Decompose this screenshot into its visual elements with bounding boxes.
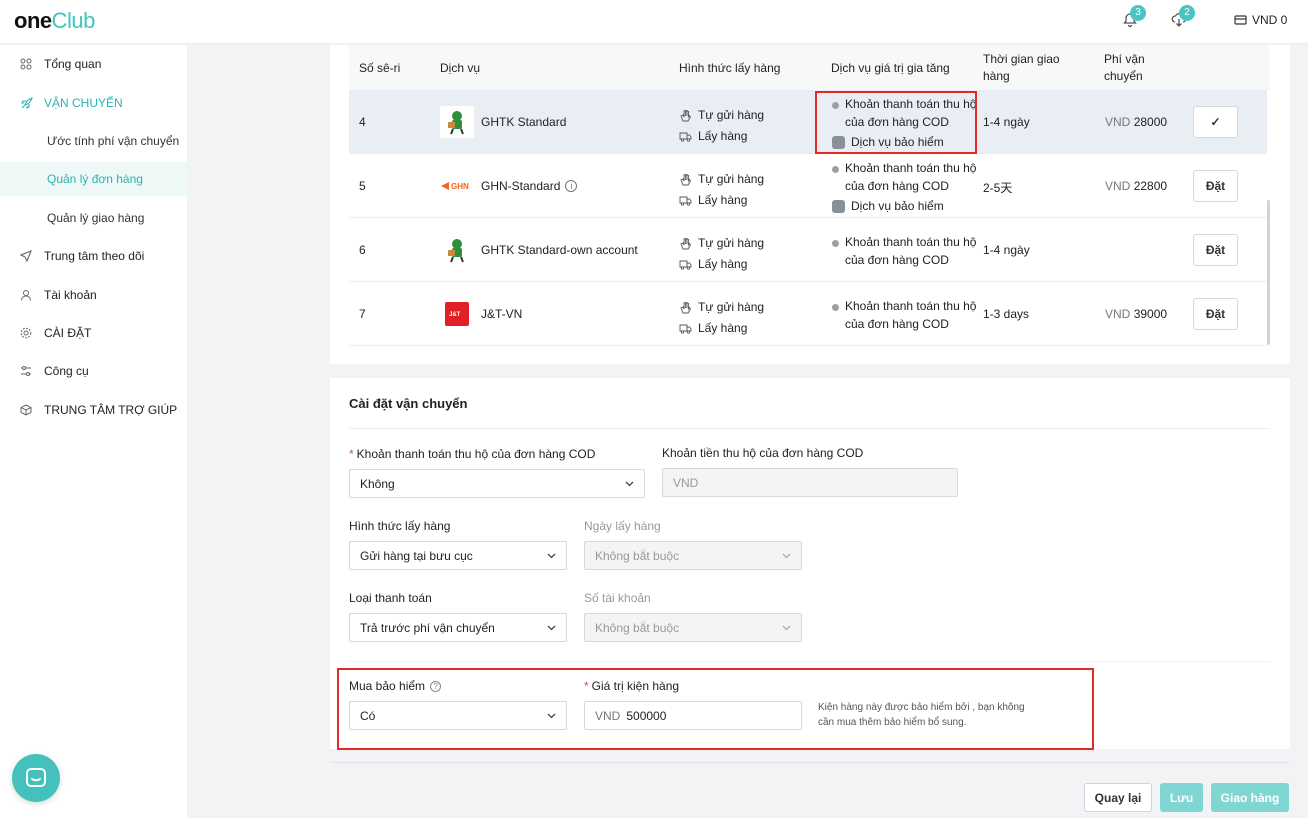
table-row[interactable]: 6 GHTK Standard-own account Tự gửi hàng … xyxy=(349,218,1267,282)
cod-icon xyxy=(832,304,839,311)
info-icon[interactable]: i xyxy=(565,180,578,192)
highlight-box xyxy=(337,668,1094,750)
hand-icon xyxy=(679,173,692,186)
sidebar-item-settings[interactable]: CÀI ĐẶT xyxy=(0,316,187,350)
sidebar-item-tools[interactable]: Công cụ xyxy=(0,354,187,388)
divider xyxy=(349,661,1270,662)
col-pickup: Hình thức lấy hàng xyxy=(679,61,781,75)
svg-text:GHN: GHN xyxy=(451,182,469,191)
book-button[interactable]: Đặt xyxy=(1193,234,1238,266)
sidebar-item-account[interactable]: Tài khoản xyxy=(0,278,187,312)
sidebar-item-tracking-center[interactable]: Trung tâm theo dõi xyxy=(0,239,187,273)
section-title: Cài đặt vận chuyển xyxy=(349,396,468,411)
bell-icon[interactable]: 3 xyxy=(1122,5,1146,32)
cod-icon xyxy=(832,166,839,173)
wallet-icon xyxy=(1234,15,1247,25)
hand-icon xyxy=(679,237,692,250)
truck-icon xyxy=(679,322,692,335)
chat-support-button[interactable] xyxy=(12,754,60,802)
shipping-services-table: Số sê-ri Dịch vụ Hình thức lấy hàng Dịch… xyxy=(330,45,1290,364)
col-value-added: Dịch vụ giá trị gia tăng xyxy=(831,61,950,75)
table-row[interactable]: 7 J&T J&T-VN Tự gửi hàng Lấy hàng Khoản … xyxy=(349,282,1267,346)
user-icon xyxy=(19,288,33,302)
ghtk-logo xyxy=(439,105,475,139)
account-number-label: Số tài khoản xyxy=(584,591,651,605)
chat-icon xyxy=(26,768,46,787)
truck-icon xyxy=(679,258,692,271)
cod-amount-input[interactable]: VND xyxy=(662,468,958,497)
hand-icon xyxy=(679,109,692,122)
col-serial: Số sê-ri xyxy=(359,61,401,75)
cod-amount-label: Khoản tiền thu hộ của đơn hàng COD xyxy=(662,446,864,460)
hand-icon xyxy=(679,301,692,314)
download-cloud-icon[interactable]: 2 xyxy=(1171,5,1195,32)
pickup-method-label: Hình thức lấy hàng xyxy=(349,519,451,533)
cod-icon xyxy=(832,240,839,247)
svg-text:J&T: J&T xyxy=(449,312,461,318)
selected-check-button[interactable]: ✓ xyxy=(1193,106,1238,138)
ghn-logo: GHN xyxy=(439,169,475,203)
table-scrollbar[interactable] xyxy=(1267,200,1270,345)
sidebar-subitem-order-management[interactable]: Quản lý đơn hàng xyxy=(0,162,187,196)
tools-icon xyxy=(19,364,33,378)
footer-divider xyxy=(330,762,1290,763)
sidebar-item-help-center[interactable]: TRUNG TÂM TRỢ GIÚP xyxy=(0,393,187,427)
notification-badge: 3 xyxy=(1130,5,1146,21)
sidebar-item-shipping[interactable]: VẬN CHUYỂN xyxy=(0,86,187,120)
col-fee: Phí vận chuyển xyxy=(1104,52,1145,83)
sidebar-subitem-fee-estimate[interactable]: Ước tính phí vận chuyển xyxy=(0,124,187,158)
back-button[interactable]: Quay lại xyxy=(1084,783,1152,812)
truck-icon xyxy=(679,194,692,207)
grid-icon xyxy=(19,57,33,71)
payment-type-label: Loại thanh toán xyxy=(349,591,432,605)
chevron-down-icon xyxy=(547,625,556,631)
sidebar: Tổng quan VẬN CHUYỂN Ước tính phí vận ch… xyxy=(0,45,187,818)
book-button[interactable]: Đặt xyxy=(1193,170,1238,202)
pickup-method-select[interactable]: Gửi hàng tại bưu cục xyxy=(349,541,567,570)
chevron-down-icon xyxy=(547,553,556,559)
box-icon xyxy=(19,403,33,417)
highlight-box xyxy=(815,91,977,154)
chevron-down-icon xyxy=(782,625,791,631)
sidebar-subitem-delivery-management[interactable]: Quản lý giao hàng xyxy=(0,201,187,235)
oneclub-logo[interactable]: oneClub xyxy=(14,8,95,34)
top-header: oneClub 3 2 VND 0 xyxy=(0,0,1308,44)
book-button[interactable]: Đặt xyxy=(1193,298,1238,330)
insurance-icon xyxy=(832,200,845,213)
rocket-icon xyxy=(19,96,33,110)
chevron-down-icon xyxy=(625,481,634,487)
table-header: Số sê-ri Dịch vụ Hình thức lấy hàng Dịch… xyxy=(349,45,1270,90)
chevron-down-icon xyxy=(782,553,791,559)
table-row[interactable]: 5 GHN GHN-Standard i Tự gửi hàng Lấy hàn… xyxy=(349,154,1267,218)
send-icon xyxy=(19,249,33,263)
cod-select[interactable]: Không xyxy=(349,469,645,498)
truck-icon xyxy=(679,130,692,143)
ghtk-logo xyxy=(439,233,475,267)
pickup-date-select[interactable]: Không bắt buộc xyxy=(584,541,802,570)
pickup-date-label: Ngày lấy hàng xyxy=(584,519,661,533)
sidebar-item-overview[interactable]: Tổng quan xyxy=(0,47,187,81)
ship-button[interactable]: Giao hàng xyxy=(1211,783,1289,812)
payment-type-select[interactable]: Trả trước phí vận chuyển xyxy=(349,613,567,642)
save-button[interactable]: Lưu xyxy=(1160,783,1203,812)
settings-icon xyxy=(19,326,33,340)
download-badge: 2 xyxy=(1179,5,1195,21)
divider xyxy=(349,428,1270,429)
col-delivery-time: Thời gian giao hàng xyxy=(983,52,1060,83)
table-row[interactable]: 4 GHTK Standard Tự gửi hàng Lấy hàng Kho… xyxy=(349,90,1267,154)
col-service: Dịch vụ xyxy=(440,61,481,75)
jt-logo: J&T xyxy=(439,297,475,331)
cod-label: * Khoản thanh toán thu hộ của đơn hàng CO… xyxy=(349,447,596,461)
wallet-balance[interactable]: VND 0 xyxy=(1234,13,1287,27)
account-number-select[interactable]: Không bắt buộc xyxy=(584,613,802,642)
